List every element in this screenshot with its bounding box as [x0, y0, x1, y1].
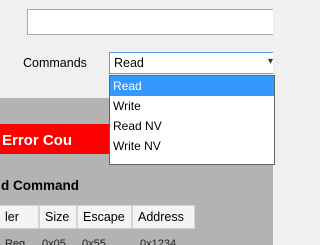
chevron-down-icon[interactable]: ▾ — [268, 56, 273, 67]
table-cell: Reg — [5, 238, 26, 245]
commands-label: Commands — [23, 56, 87, 70]
column-header-size[interactable]: Size — [39, 205, 77, 229]
column-header-escape[interactable]: Escape — [77, 205, 132, 229]
top-text-field[interactable] — [27, 9, 273, 35]
commands-selected-value: Read — [114, 56, 144, 70]
error-count-label: Error Cou — [2, 132, 73, 149]
table-cell: 0x55 — [82, 238, 106, 245]
dropdown-option-write-nv[interactable]: Write NV — [110, 136, 274, 156]
dropdown-option-read[interactable]: Read — [110, 76, 274, 96]
table-cell: 0x05 — [42, 238, 66, 245]
commands-dropdown-list[interactable]: Read Write Read NV Write NV — [109, 75, 275, 165]
section-heading: d Command — [1, 178, 80, 193]
column-header-handler[interactable]: ler — [0, 205, 39, 229]
table-cell: 0x1234 — [140, 238, 177, 245]
dropdown-option-read-nv[interactable]: Read NV — [110, 116, 274, 136]
commands-combobox[interactable]: Read ▾ — [109, 52, 273, 74]
dropdown-option-write[interactable]: Write — [110, 96, 274, 116]
error-count-banner: Error Cou — [0, 124, 110, 154]
table-row[interactable]: Reg 0x05 0x55 0x1234 — [0, 236, 273, 245]
column-header-address[interactable]: Address — [132, 205, 195, 229]
